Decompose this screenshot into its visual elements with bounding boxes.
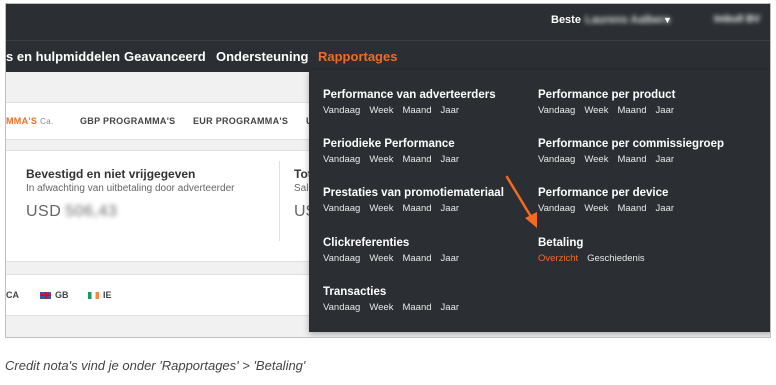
menu-link[interactable]: Week [584, 154, 608, 165]
menu-link[interactable]: Vandaag [538, 154, 575, 165]
menu-title[interactable]: Performance per product [538, 89, 683, 101]
menu-link[interactable]: Vandaag [323, 105, 360, 116]
card-divider [279, 161, 280, 241]
menu-link[interactable]: Jaar [656, 105, 674, 116]
menu-section-payment: Betaling Overzicht Geschiedenis [538, 237, 654, 264]
menu-link[interactable]: Maand [402, 105, 431, 116]
menu-section: Performance per commissiegroep Vandaag We… [538, 138, 724, 165]
menu-title[interactable]: Periodieke Performance [323, 138, 468, 150]
figure-caption: Credit nota's vind je onder 'Rapportages… [5, 358, 306, 373]
tab-eur-programs[interactable]: EUR PROGRAMMA'S [193, 116, 288, 126]
menu-link[interactable]: Week [369, 302, 393, 313]
nav-item-tools[interactable]: s en hulpmiddelen [6, 49, 120, 64]
menu-link[interactable]: Jaar [656, 203, 674, 214]
menu-title[interactable]: Prestaties van promotiemateriaal [323, 187, 504, 199]
payment-title[interactable]: Betaling [538, 237, 654, 249]
balance-subtitle: In afwachting van uitbetaling door adver… [26, 183, 235, 194]
tab-gbp-programs[interactable]: GBP PROGRAMMA'S [80, 116, 175, 126]
menu-link[interactable]: Vandaag [538, 203, 575, 214]
menu-link[interactable]: Week [369, 203, 393, 214]
menu-section: Performance per product Vandaag Week Maand… [538, 89, 683, 116]
menu-link[interactable]: Vandaag [323, 302, 360, 313]
company-name[interactable]: Imbull BV [714, 14, 760, 25]
menu-link[interactable]: Jaar [441, 203, 459, 214]
uk-flag-icon [40, 291, 51, 299]
menu-link[interactable]: Maand [402, 302, 431, 313]
chevron-down-icon[interactable]: ▼ [663, 15, 672, 25]
menu-link[interactable]: Week [584, 105, 608, 116]
menu-title[interactable]: Performance per commissiegroep [538, 138, 724, 150]
menu-link[interactable]: Week [369, 154, 393, 165]
balance-amount: USD 506,43 [26, 203, 118, 220]
menu-link[interactable]: Jaar [441, 302, 459, 313]
tab-programs[interactable]: MMA'S Ca. [6, 116, 54, 126]
menu-title[interactable]: Performance van adverteerders [323, 89, 496, 101]
menu-link[interactable]: Vandaag [323, 253, 360, 264]
menu-title[interactable]: Clickreferenties [323, 237, 468, 249]
menu-link[interactable]: Maand [617, 105, 646, 116]
menu-link[interactable]: Maand [402, 253, 431, 264]
menu-link[interactable]: Jaar [441, 154, 459, 165]
menu-section: Performance van adverteerders Vandaag Wee… [323, 89, 496, 116]
menu-section: Performance per device Vandaag Week Maand J… [538, 187, 683, 214]
menu-link[interactable]: Vandaag [323, 203, 360, 214]
menu-link[interactable]: Maand [402, 154, 431, 165]
nav-item-support[interactable]: Ondersteuning [216, 49, 308, 64]
menu-link[interactable]: Week [369, 253, 393, 264]
user-menu[interactable]: Beste Laurens Aalbers [551, 14, 671, 26]
menu-link[interactable]: Maand [402, 203, 431, 214]
menu-link[interactable]: Maand [617, 154, 646, 165]
menu-link[interactable]: Vandaag [538, 105, 575, 116]
greeting-label: Beste [551, 14, 581, 26]
screenshot-frame: Beste Laurens Aalbers ▼ Imbull BV s en hu… [5, 3, 771, 338]
country-ca[interactable]: CA [6, 290, 19, 300]
nav-item-reports[interactable]: Rapportages [318, 49, 397, 64]
top-bar: Beste Laurens Aalbers ▼ Imbull BV [6, 4, 770, 40]
menu-link[interactable]: Jaar [656, 154, 674, 165]
annotation-arrow-icon [505, 175, 537, 228]
menu-title[interactable]: Transacties [323, 286, 468, 298]
menu-section: Transacties Vandaag Week Maand Jaar [323, 286, 468, 313]
menu-link[interactable]: Vandaag [323, 154, 360, 165]
menu-title[interactable]: Performance per device [538, 187, 683, 199]
user-name: Laurens Aalbers [584, 14, 671, 26]
menu-link[interactable]: Week [369, 105, 393, 116]
nav-item-advanced[interactable]: Geavanceerd [124, 49, 206, 64]
balance-title: Bevestigd en niet vrijgegeven [26, 167, 196, 181]
menu-section: Prestaties van promotiemateriaal Vandaag… [323, 187, 504, 214]
main-nav: s en hulpmiddelen Geavanceerd Ondersteun… [6, 40, 770, 73]
country-gb[interactable]: GB [40, 290, 69, 300]
payment-history-link[interactable]: Geschiedenis [587, 253, 645, 264]
menu-link[interactable]: Week [584, 203, 608, 214]
menu-section: Clickreferenties Vandaag Week Maand Jaar [323, 237, 468, 264]
ireland-flag-icon [88, 291, 99, 299]
menu-link[interactable]: Jaar [441, 105, 459, 116]
menu-link[interactable]: Maand [617, 203, 646, 214]
country-ie[interactable]: IE [88, 290, 112, 300]
payment-overview-link[interactable]: Overzicht [538, 253, 578, 264]
menu-section: Periodieke Performance Vandaag Week Maand J… [323, 138, 468, 165]
menu-link[interactable]: Jaar [441, 253, 459, 264]
